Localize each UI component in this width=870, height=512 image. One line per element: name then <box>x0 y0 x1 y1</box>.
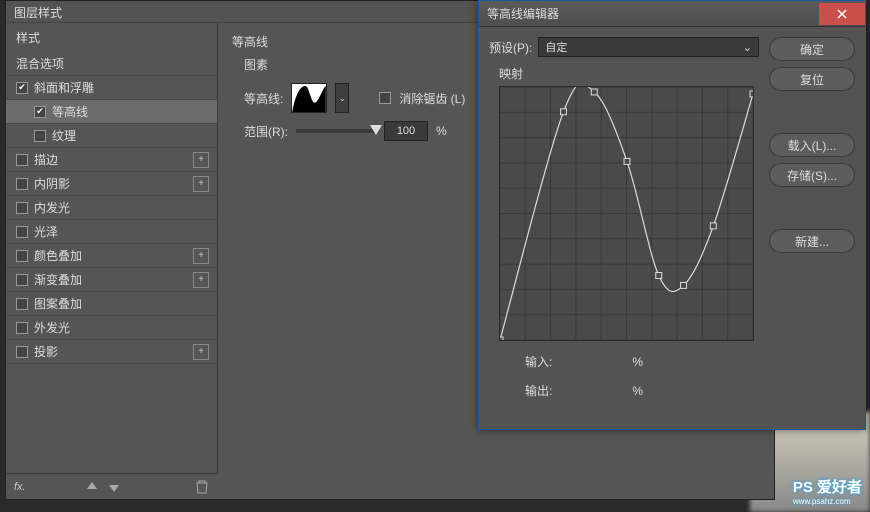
style-checkbox[interactable] <box>16 274 28 286</box>
style-label: 颜色叠加 <box>34 247 82 264</box>
curve-point[interactable] <box>591 89 597 95</box>
style-label: 图案叠加 <box>34 295 82 312</box>
input-label: 输入: <box>525 353 552 370</box>
curve-point[interactable] <box>656 273 662 279</box>
styles-list: 斜面和浮雕等高线纹理描边 + 内阴影 + 内发光光泽颜色叠加 + 渐变叠加 + 图案叠加外发光投… <box>6 76 217 473</box>
curve-editor[interactable] <box>499 86 754 341</box>
watermark: PS 爱好者 www.psahz.com <box>793 476 862 506</box>
range-input[interactable] <box>384 121 428 141</box>
style-item-7[interactable]: 颜色叠加 + <box>6 244 217 268</box>
load-button[interactable]: 载入(L)... <box>769 133 855 157</box>
contour-dropdown-icon[interactable]: ⌄ <box>335 83 349 113</box>
style-item-8[interactable]: 渐变叠加 + <box>6 268 217 292</box>
curve-point[interactable] <box>681 282 687 288</box>
style-label: 投影 <box>34 343 58 360</box>
panel-footer: fx. <box>6 473 218 499</box>
contour-thumbnail[interactable] <box>291 83 327 113</box>
style-item-3[interactable]: 描边 + <box>6 148 217 172</box>
contour-editor-dialog: 等高线编辑器 预设(P): 自定 ⌄ 映射 输入: <box>478 0 866 430</box>
style-label: 内发光 <box>34 199 70 216</box>
style-item-2[interactable]: 纹理 <box>6 124 217 148</box>
curve-point[interactable] <box>624 158 630 164</box>
output-label: 输出: <box>525 382 552 399</box>
style-label: 纹理 <box>52 127 76 144</box>
style-item-10[interactable]: 外发光 <box>6 316 217 340</box>
input-percent: % <box>632 355 643 369</box>
output-percent: % <box>632 384 643 398</box>
curve-point[interactable] <box>500 337 503 340</box>
style-checkbox[interactable] <box>16 250 28 262</box>
style-label: 描边 <box>34 151 58 168</box>
arrow-down-icon[interactable] <box>106 480 122 494</box>
style-checkbox[interactable] <box>16 346 28 358</box>
preset-label: 预设(P): <box>489 39 532 56</box>
chevron-down-icon: ⌄ <box>743 41 752 54</box>
styles-column: 样式 混合选项 斜面和浮雕等高线纹理描边 + 内阴影 + 内发光光泽颜色叠加 + 渐变叠加 +… <box>6 23 218 473</box>
dialog-title: 等高线编辑器 <box>487 5 559 22</box>
add-effect-button[interactable]: + <box>193 152 209 168</box>
antialias-label: 消除锯齿 (L) <box>399 90 465 107</box>
reset-button[interactable]: 复位 <box>769 67 855 91</box>
style-checkbox[interactable] <box>16 82 28 94</box>
style-label: 渐变叠加 <box>34 271 82 288</box>
style-checkbox[interactable] <box>34 106 46 118</box>
add-effect-button[interactable]: + <box>193 272 209 288</box>
add-effect-button[interactable]: + <box>193 248 209 264</box>
style-label: 斜面和浮雕 <box>34 79 94 96</box>
new-button[interactable]: 新建... <box>769 229 855 253</box>
styles-header[interactable]: 样式 <box>6 23 217 52</box>
style-item-11[interactable]: 投影 + <box>6 340 217 364</box>
style-checkbox[interactable] <box>16 202 28 214</box>
arrow-up-icon[interactable] <box>84 480 100 494</box>
percent-label: % <box>436 124 447 138</box>
fx-icon[interactable]: fx. <box>14 481 26 493</box>
save-button[interactable]: 存储(S)... <box>769 163 855 187</box>
add-effect-button[interactable]: + <box>193 176 209 192</box>
style-checkbox[interactable] <box>16 154 28 166</box>
style-checkbox[interactable] <box>34 130 46 142</box>
style-checkbox[interactable] <box>16 226 28 238</box>
style-item-4[interactable]: 内阴影 + <box>6 172 217 196</box>
ok-button[interactable]: 确定 <box>769 37 855 61</box>
style-checkbox[interactable] <box>16 298 28 310</box>
style-label: 外发光 <box>34 319 70 336</box>
style-item-9[interactable]: 图案叠加 <box>6 292 217 316</box>
style-item-6[interactable]: 光泽 <box>6 220 217 244</box>
style-label: 光泽 <box>34 223 58 240</box>
antialias-checkbox[interactable] <box>379 92 391 104</box>
add-effect-button[interactable]: + <box>193 344 209 360</box>
curve-point[interactable] <box>561 109 567 115</box>
curve-point[interactable] <box>710 223 716 229</box>
contour-label: 等高线: <box>244 90 283 107</box>
blending-options[interactable]: 混合选项 <box>6 52 217 76</box>
trash-icon[interactable] <box>194 480 210 494</box>
close-button[interactable] <box>819 3 865 25</box>
dialog-titlebar[interactable]: 等高线编辑器 <box>479 1 865 27</box>
style-checkbox[interactable] <box>16 178 28 190</box>
style-item-0[interactable]: 斜面和浮雕 <box>6 76 217 100</box>
preset-dropdown[interactable]: 自定 ⌄ <box>538 37 759 57</box>
style-checkbox[interactable] <box>16 322 28 334</box>
style-item-5[interactable]: 内发光 <box>6 196 217 220</box>
style-label: 等高线 <box>52 103 88 120</box>
range-label: 范围(R): <box>244 123 288 140</box>
style-item-1[interactable]: 等高线 <box>6 100 217 124</box>
style-label: 内阴影 <box>34 175 70 192</box>
close-icon <box>836 8 848 20</box>
curve-point[interactable] <box>750 91 753 97</box>
mapping-label: 映射 <box>499 65 759 82</box>
range-slider[interactable] <box>296 129 376 133</box>
